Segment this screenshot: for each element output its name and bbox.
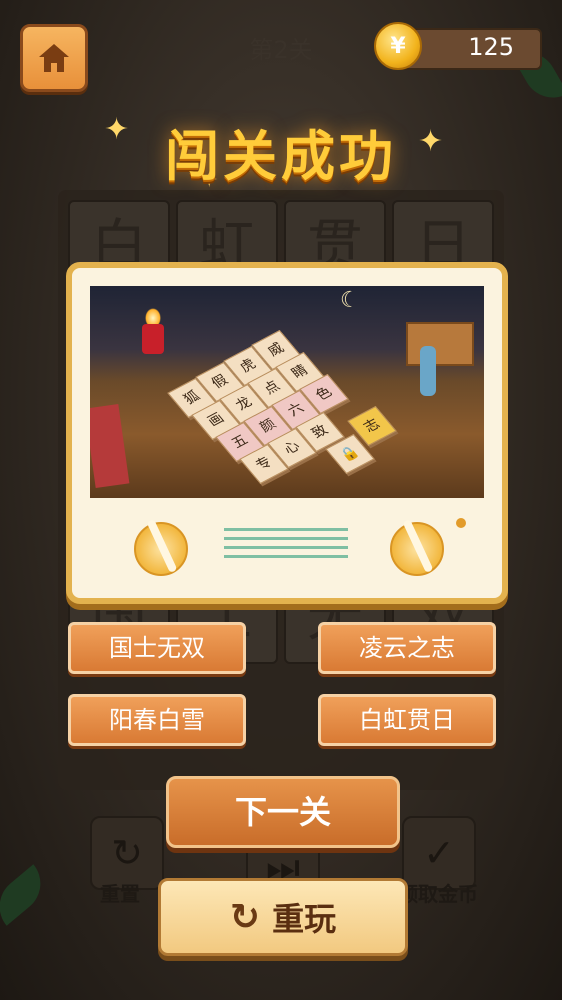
brush-icon [134,522,188,576]
answer-button[interactable]: 国士无双 [68,622,246,674]
leaf-decoration [0,864,53,926]
next-level-button[interactable]: 下一关 [166,776,400,848]
divider-lines [224,528,348,564]
reward-picture-card: ☾ 狐 假 虎 威 画 龙 点 睛 五 颜 六 色 专 心 致 志 🔒 [66,262,508,604]
replay-icon: ↻ [229,896,261,938]
answer-button[interactable]: 凌云之志 [318,622,496,674]
book-icon [90,404,130,488]
box-icon [406,322,474,366]
replay-label: 重玩 [272,900,337,938]
scene-illustration: ☾ 狐 假 虎 威 画 龙 点 睛 五 颜 六 色 专 心 致 志 🔒 [90,286,484,498]
replay-button[interactable]: ↻ 重玩 [158,878,408,956]
moon-icon: ☾ [340,288,360,313]
reset-label: 重置 [100,882,140,906]
answer-button[interactable]: 白虹贯日 [318,694,496,746]
get-coins-label: 领取金币 [398,882,478,906]
coin-value: 125 [468,33,514,61]
brush-icon [390,522,444,576]
answer-button[interactable]: 阳春白雪 [68,694,246,746]
success-title: 闯关成功 [165,125,397,188]
dot-icon [456,518,466,528]
vase-icon [420,346,436,396]
card-footer [90,504,484,580]
candle-icon [142,324,164,354]
coin-icon: ¥ [374,22,422,70]
